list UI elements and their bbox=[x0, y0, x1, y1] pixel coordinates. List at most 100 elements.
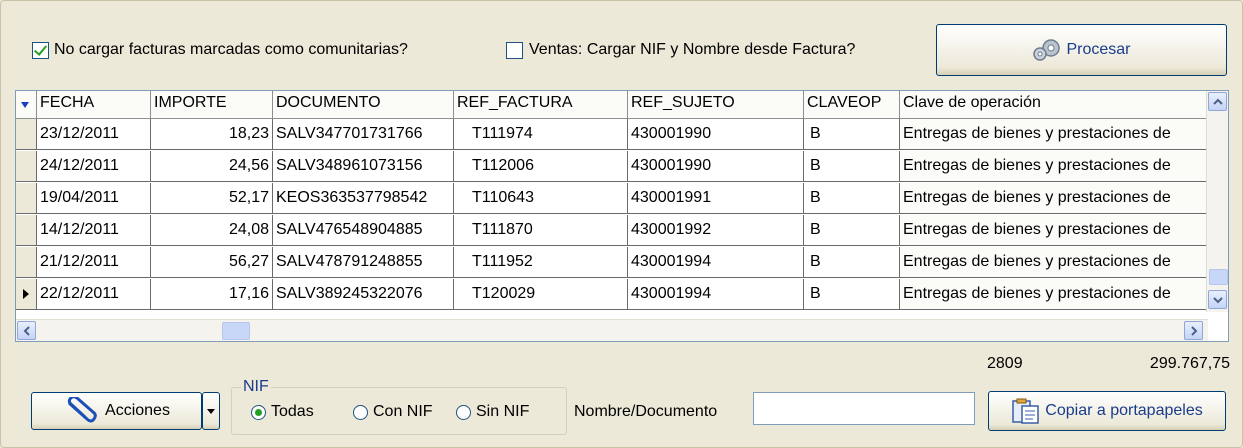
total-count: 2809 bbox=[987, 355, 1023, 372]
cell-claveop[interactable]: B bbox=[804, 183, 900, 214]
grid-corner[interactable] bbox=[16, 91, 37, 119]
col-header-ref-factura[interactable]: REF_FACTURA bbox=[454, 91, 628, 119]
cell-ref-factura[interactable]: T110643 bbox=[454, 183, 628, 214]
cell-fecha[interactable]: 19/04/2011 bbox=[37, 183, 151, 214]
cell-importe[interactable]: 24,08 bbox=[151, 215, 273, 246]
scroll-down-button[interactable] bbox=[1208, 290, 1227, 309]
radio-sin-nif-label[interactable]: Sin NIF bbox=[476, 403, 529, 421]
no-comunitarias-label[interactable]: No cargar facturas marcadas como comunit… bbox=[54, 41, 408, 59]
row-indicator[interactable] bbox=[16, 215, 37, 246]
col-header-fecha[interactable]: FECHA bbox=[37, 91, 151, 119]
chevron-right-icon bbox=[1190, 325, 1197, 336]
cell-fecha[interactable]: 24/12/2011 bbox=[37, 151, 151, 182]
cell-importe[interactable]: 24,56 bbox=[151, 151, 273, 182]
col-header-claveop[interactable]: CLAVEOP bbox=[804, 91, 900, 119]
radio-selected-dot bbox=[255, 409, 262, 416]
radio-sin-nif[interactable] bbox=[456, 405, 471, 420]
horizontal-scroll-thumb[interactable] bbox=[222, 322, 250, 340]
row-indicator[interactable] bbox=[16, 279, 37, 310]
cell-documento[interactable]: KEOS363537798542 bbox=[273, 183, 454, 214]
radio-todas-label[interactable]: Todas bbox=[271, 403, 314, 421]
scroll-up-button[interactable] bbox=[1208, 92, 1227, 111]
search-input[interactable] bbox=[753, 392, 975, 425]
cell-importe[interactable]: 18,23 bbox=[151, 119, 273, 150]
gears-icon bbox=[1033, 39, 1061, 61]
cell-importe[interactable]: 52,17 bbox=[151, 183, 273, 214]
col-header-clave-operacion[interactable]: Clave de operación bbox=[900, 91, 1208, 119]
cell-claveop[interactable]: B bbox=[804, 151, 900, 182]
search-label: Nombre/Documento bbox=[574, 403, 718, 420]
ventas-nif-label[interactable]: Ventas: Cargar NIF y Nombre desde Factur… bbox=[529, 41, 855, 59]
cell-documento[interactable]: SALV347701731766 bbox=[273, 119, 454, 150]
no-comunitarias-checkbox[interactable] bbox=[32, 42, 49, 59]
row-indicator[interactable] bbox=[16, 151, 37, 182]
cell-fecha[interactable]: 22/12/2011 bbox=[37, 279, 151, 310]
radio-todas[interactable] bbox=[251, 405, 266, 420]
vertical-scrollbar[interactable] bbox=[1206, 91, 1228, 312]
horizontal-scrollbar[interactable] bbox=[16, 319, 1208, 341]
main-panel: No cargar facturas marcadas como comunit… bbox=[0, 0, 1243, 448]
col-header-documento[interactable]: DOCUMENTO bbox=[273, 91, 454, 119]
scroll-left-button[interactable] bbox=[17, 321, 36, 340]
scroll-right-button[interactable] bbox=[1184, 321, 1203, 340]
cell-documento[interactable]: SALV348961073156 bbox=[273, 151, 454, 182]
process-button-label: Procesar bbox=[1066, 41, 1131, 58]
cell-ref-factura[interactable]: T111952 bbox=[454, 247, 628, 278]
cell-ref-sujeto[interactable]: 430001992 bbox=[628, 215, 804, 246]
cell-documento[interactable]: SALV478791248855 bbox=[273, 247, 454, 278]
chevron-down-icon bbox=[1212, 296, 1223, 303]
copy-clipboard-button[interactable]: Copiar a portapapeles bbox=[988, 391, 1226, 431]
chevron-left-icon bbox=[23, 325, 30, 336]
clipboard-icon bbox=[1012, 398, 1040, 424]
process-button[interactable]: Procesar bbox=[936, 24, 1227, 76]
operations-grid[interactable]: FECHA IMPORTE DOCUMENTO REF_FACTURA REF_… bbox=[15, 90, 1229, 342]
radio-con-nif[interactable] bbox=[353, 405, 368, 420]
paperclip-icon bbox=[67, 397, 97, 423]
cell-fecha[interactable]: 23/12/2011 bbox=[37, 119, 151, 150]
cell-ref-factura[interactable]: T112006 bbox=[454, 151, 628, 182]
cell-importe[interactable]: 56,27 bbox=[151, 247, 273, 278]
cell-documento[interactable]: SALV476548904885 bbox=[273, 215, 454, 246]
copy-button-label: Copiar a portapapeles bbox=[1045, 402, 1203, 419]
cell-ref-sujeto[interactable]: 430001991 bbox=[628, 183, 804, 214]
cell-clave-operacion[interactable]: Entregas de bienes y prestaciones de bbox=[900, 215, 1208, 246]
sort-down-icon bbox=[21, 102, 29, 108]
cell-claveop[interactable]: B bbox=[804, 119, 900, 150]
cell-clave-operacion[interactable]: Entregas de bienes y prestaciones de bbox=[900, 279, 1208, 310]
vertical-scroll-thumb[interactable] bbox=[1209, 269, 1228, 285]
cell-importe[interactable]: 17,16 bbox=[151, 279, 273, 310]
cell-clave-operacion[interactable]: Entregas de bienes y prestaciones de bbox=[900, 183, 1208, 214]
cell-ref-sujeto[interactable]: 430001994 bbox=[628, 247, 804, 278]
nif-group-label: NIF bbox=[241, 378, 271, 396]
cell-ref-sujeto[interactable]: 430001990 bbox=[628, 151, 804, 182]
col-header-importe[interactable]: IMPORTE bbox=[151, 91, 273, 119]
cell-ref-factura[interactable]: T111974 bbox=[454, 119, 628, 150]
cell-fecha[interactable]: 21/12/2011 bbox=[37, 247, 151, 278]
actions-button[interactable]: Acciones bbox=[31, 392, 202, 430]
cell-clave-operacion[interactable]: Entregas de bienes y prestaciones de bbox=[900, 151, 1208, 182]
cell-claveop[interactable]: B bbox=[804, 247, 900, 278]
cell-claveop[interactable]: B bbox=[804, 215, 900, 246]
chevron-up-icon bbox=[1212, 98, 1223, 105]
actions-button-label: Acciones bbox=[105, 402, 170, 419]
radio-con-nif-label[interactable]: Con NIF bbox=[373, 403, 433, 421]
row-indicator[interactable] bbox=[16, 119, 37, 150]
row-indicator[interactable] bbox=[16, 183, 37, 214]
cell-clave-operacion[interactable]: Entregas de bienes y prestaciones de bbox=[900, 247, 1208, 278]
row-indicator[interactable] bbox=[16, 247, 37, 278]
cell-ref-factura[interactable]: T120029 bbox=[454, 279, 628, 310]
cell-documento[interactable]: SALV389245322076 bbox=[273, 279, 454, 310]
ventas-nif-checkbox[interactable] bbox=[506, 42, 523, 59]
checkmark-icon bbox=[33, 42, 48, 56]
cell-ref-sujeto[interactable]: 430001990 bbox=[628, 119, 804, 150]
total-amount: 299.767,75 bbox=[1149, 355, 1230, 372]
cell-claveop[interactable]: B bbox=[804, 279, 900, 310]
cell-fecha[interactable]: 14/12/2011 bbox=[37, 215, 151, 246]
current-row-arrow-icon bbox=[23, 289, 29, 299]
cell-ref-factura[interactable]: T111870 bbox=[454, 215, 628, 246]
actions-dropdown-button[interactable] bbox=[202, 392, 220, 430]
cell-clave-operacion[interactable]: Entregas de bienes y prestaciones de bbox=[900, 119, 1208, 150]
cell-ref-sujeto[interactable]: 430001994 bbox=[628, 279, 804, 310]
col-header-ref-sujeto[interactable]: REF_SUJETO bbox=[628, 91, 804, 119]
caret-down-icon bbox=[207, 409, 215, 414]
